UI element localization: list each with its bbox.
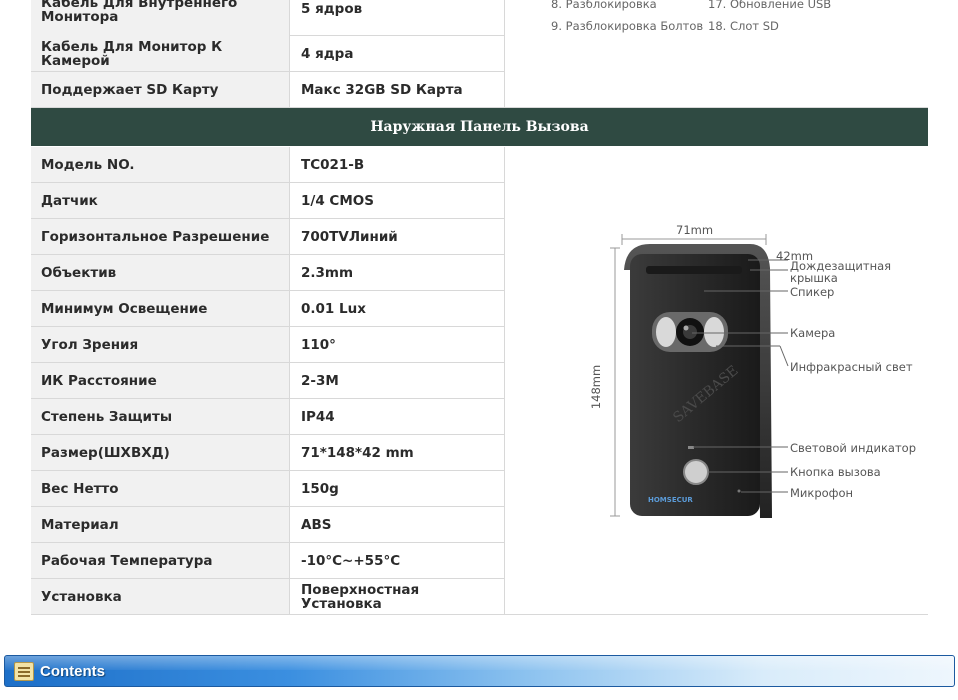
- spec-value: Поверхностная Установка: [291, 579, 505, 614]
- spec-key: Рабочая Температура: [31, 543, 290, 578]
- spec-value: IP44: [291, 399, 505, 434]
- document-icon: [14, 662, 34, 681]
- spec-key: Объектив: [31, 255, 290, 290]
- contents-title: Contents: [40, 662, 105, 680]
- spec-key: Модель NO.: [31, 147, 290, 182]
- spec-row: Горизонтальное Разрешение 700TVЛиний: [31, 219, 505, 255]
- spec-key: Угол Зрения: [31, 327, 290, 362]
- spec-row: Поддержает SD Карту Макс 32GB SD Карта: [31, 72, 505, 108]
- spec-key: Горизонтальное Разрешение: [31, 219, 290, 254]
- connector-item: 18. Слот SD: [708, 19, 779, 33]
- spec-row: Степень Защиты IP44: [31, 399, 505, 435]
- spec-row: Вес Нетто 150g: [31, 471, 505, 507]
- spec-value: 71*148*42 mm: [291, 435, 505, 470]
- spec-key: Материал: [31, 507, 290, 542]
- width-label: 71mm: [676, 223, 714, 237]
- spec-row: Размер(ШХВХД) 71*148*42 mm: [31, 435, 505, 471]
- spec-value: Макс 32GB SD Карта: [291, 72, 505, 107]
- connector-item: 8. Разблокировка: [551, 0, 657, 11]
- spec-key: Поддержает SD Карту: [31, 72, 290, 107]
- spec-row: Рабочая Температура -10°C~+55°C: [31, 543, 505, 579]
- callout-camera: Камера: [790, 326, 836, 340]
- spec-key: Установка: [31, 579, 290, 614]
- spec-row: Материал ABS: [31, 507, 505, 543]
- spec-key: Минимум Освещение: [31, 291, 290, 326]
- spec-value: 5 ядров: [291, 0, 505, 35]
- spec-value: 4 ядра: [291, 36, 505, 71]
- callout-indicator: Световой индикатор: [790, 441, 917, 455]
- spec-value: ABS: [291, 507, 505, 542]
- spec-value: 150g: [291, 471, 505, 506]
- spec-value: 110°: [291, 327, 505, 362]
- spec-row: Угол Зрения 110°: [31, 327, 505, 363]
- spec-key: ИК Расстояние: [31, 363, 290, 398]
- section-title: Наружная Панель Вызова: [31, 108, 928, 146]
- spec-row: Модель NO. TC021-B: [31, 147, 505, 183]
- spec-key: Кабель Для Монитор К Камерой: [31, 36, 290, 71]
- spec-value: 2-3M: [291, 363, 505, 398]
- call-panel-figure: SAVEBASE HOMSECUR 71mm 148mm 42mm Дождез…: [589, 218, 920, 528]
- spec-key: Размер(ШХВХД): [31, 435, 290, 470]
- spec-key: Датчик: [31, 183, 290, 218]
- spec-value: 0.01 Lux: [291, 291, 505, 326]
- spec-value: 1/4 CMOS: [291, 183, 505, 218]
- spec-row: Установка Поверхностная Установка: [31, 579, 505, 615]
- divider: [505, 614, 928, 615]
- spec-key: Степень Защиты: [31, 399, 290, 434]
- height-label: 148mm: [589, 364, 604, 410]
- spec-row: Датчик 1/4 CMOS: [31, 183, 505, 219]
- spec-row: Кабель Для Монитор К Камерой 4 ядра: [31, 36, 505, 72]
- connector-item: 17. Обновление USB: [708, 0, 832, 11]
- divider: [31, 614, 505, 615]
- spec-key: Кабель Для Внутреннего Монитора: [31, 0, 290, 36]
- divider: [505, 107, 928, 108]
- contents-bar: Contents: [4, 655, 955, 687]
- spec-value: TC021-B: [291, 147, 505, 182]
- callout-microphone: Микрофон: [790, 486, 854, 500]
- callout-rain-cover: Дождезащитная крышка: [790, 259, 892, 285]
- callout-speaker: Спикер: [790, 285, 835, 299]
- spec-value: -10°C~+55°C: [291, 543, 505, 578]
- spec-value: 2.3mm: [291, 255, 505, 290]
- spec-row: Минимум Освещение 0.01 Lux: [31, 291, 505, 327]
- spec-row: ИК Расстояние 2-3M: [31, 363, 505, 399]
- connector-item: 9. Разблокировка Болтов: [551, 19, 704, 33]
- spec-key: Вес Нетто: [31, 471, 290, 506]
- brand-logo: HOMSECUR: [648, 496, 693, 504]
- spec-value: 700TVЛиний: [291, 219, 505, 254]
- callout-ir-light: Инфракрасный свет: [790, 360, 913, 374]
- spec-row: Кабель Для Внутреннего Монитора 5 ядров: [31, 0, 505, 36]
- spec-row: Объектив 2.3mm: [31, 255, 505, 291]
- callout-call-button: Кнопка вызова: [790, 465, 881, 479]
